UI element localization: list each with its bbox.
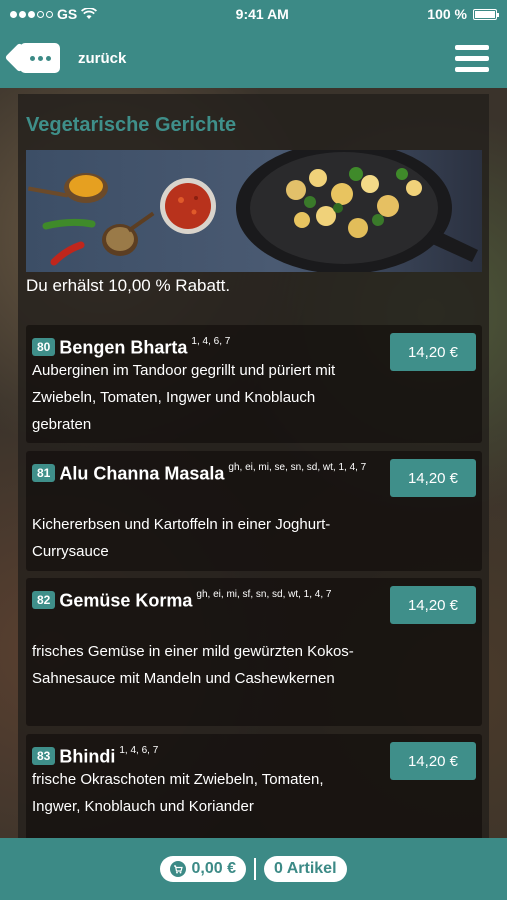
item-description: Auberginen im Tandoor gegrillt und pürie… [32, 362, 336, 433]
battery-percent: 100 % [427, 6, 467, 22]
back-button[interactable] [20, 43, 60, 73]
status-left: GS [10, 6, 98, 22]
item-number-badge: 82 [32, 591, 56, 610]
menu-item-heading: 83 Bhindi 1, 4, 6, 7 [32, 744, 382, 767]
hamburger-menu-icon[interactable] [451, 41, 493, 76]
item-allergens: gh, ei, mi, sf, sn, sd, wt, 1, 4, 7 [196, 589, 332, 600]
article-count: 0 Artikel [273, 860, 337, 877]
battery-icon [472, 8, 499, 20]
status-right: 100 % [427, 6, 499, 22]
item-number-badge: 81 [32, 464, 56, 483]
item-allergens: 1, 4, 6, 7 [119, 745, 159, 756]
app-header: zurück [0, 28, 507, 88]
add-to-cart-price-button[interactable]: 14,20 € [390, 586, 476, 624]
item-allergens: 1, 4, 6, 7 [191, 336, 231, 347]
item-name: Gemüse Korma [59, 590, 193, 611]
item-description: frisches Gemüse in einer mild gewürzten … [32, 643, 354, 687]
article-count-button[interactable]: 0 Artikel [263, 856, 347, 882]
add-to-cart-price-button[interactable]: 14,20 € [390, 742, 476, 780]
menu-item[interactable]: 81 Alu Channa Masala gh, ei, mi, se, sn, s… [26, 451, 482, 571]
signal-strength-icon [10, 10, 53, 18]
item-allergens: gh, ei, mi, se, sn, sd, wt, 1, 4, 7 [228, 462, 367, 473]
item-number-badge: 83 [32, 747, 56, 766]
menu-item-heading: 80 Bengen Bharta 1, 4, 6, 7 [32, 335, 382, 358]
cart-total: 0,00 € [191, 860, 236, 877]
add-to-cart-price-button[interactable]: 14,20 € [390, 333, 476, 371]
item-description: frische Okraschoten mit Zwiebeln, Tomate… [32, 771, 324, 815]
category-title: Vegetarische Gerichte [26, 114, 237, 136]
add-to-cart-price-button[interactable]: 14,20 € [390, 459, 476, 497]
status-time: 9:41 AM [235, 6, 289, 22]
discount-notice: Du erhälst 10,00 % Rabatt. [26, 276, 231, 295]
back-dots-icon [29, 55, 51, 61]
back-label[interactable]: zurück [78, 50, 126, 67]
item-name: Bhindi [59, 746, 116, 767]
item-number-badge: 80 [32, 338, 56, 357]
category-hero-image [26, 150, 482, 272]
cart-footer: 0,00 € 0 Artikel [0, 838, 507, 900]
carrier-name: GS [57, 6, 78, 22]
item-name: Bengen Bharta [59, 337, 188, 358]
wifi-icon [81, 8, 98, 19]
menu-item[interactable]: 83 Bhindi 1, 4, 6, 7 frische Okraschoten m… [26, 734, 482, 838]
footer-divider [253, 858, 256, 880]
cart-total-button[interactable]: 0,00 € [160, 856, 246, 882]
menu-item[interactable]: 80 Bengen Bharta 1, 4, 6, 7 Auberginen im … [26, 325, 482, 443]
menu-category-panel: Vegetarische Gerichte Du erhälst 10,00 %… [18, 94, 489, 838]
item-description: Kichererbsen und Kartoffeln in einer Jog… [32, 516, 331, 560]
cart-icon [170, 861, 187, 877]
item-name: Alu Channa Masala [59, 463, 225, 484]
menu-item-heading: 82 Gemüse Korma gh, ei, mi, sf, sn, sd, wt… [32, 588, 382, 611]
status-bar: GS 9:41 AM 100 % [0, 0, 507, 28]
menu-item-heading: 81 Alu Channa Masala gh, ei, mi, se, sn, s… [32, 461, 382, 484]
menu-item[interactable]: 82 Gemüse Korma gh, ei, mi, sf, sn, sd, wt… [26, 578, 482, 726]
